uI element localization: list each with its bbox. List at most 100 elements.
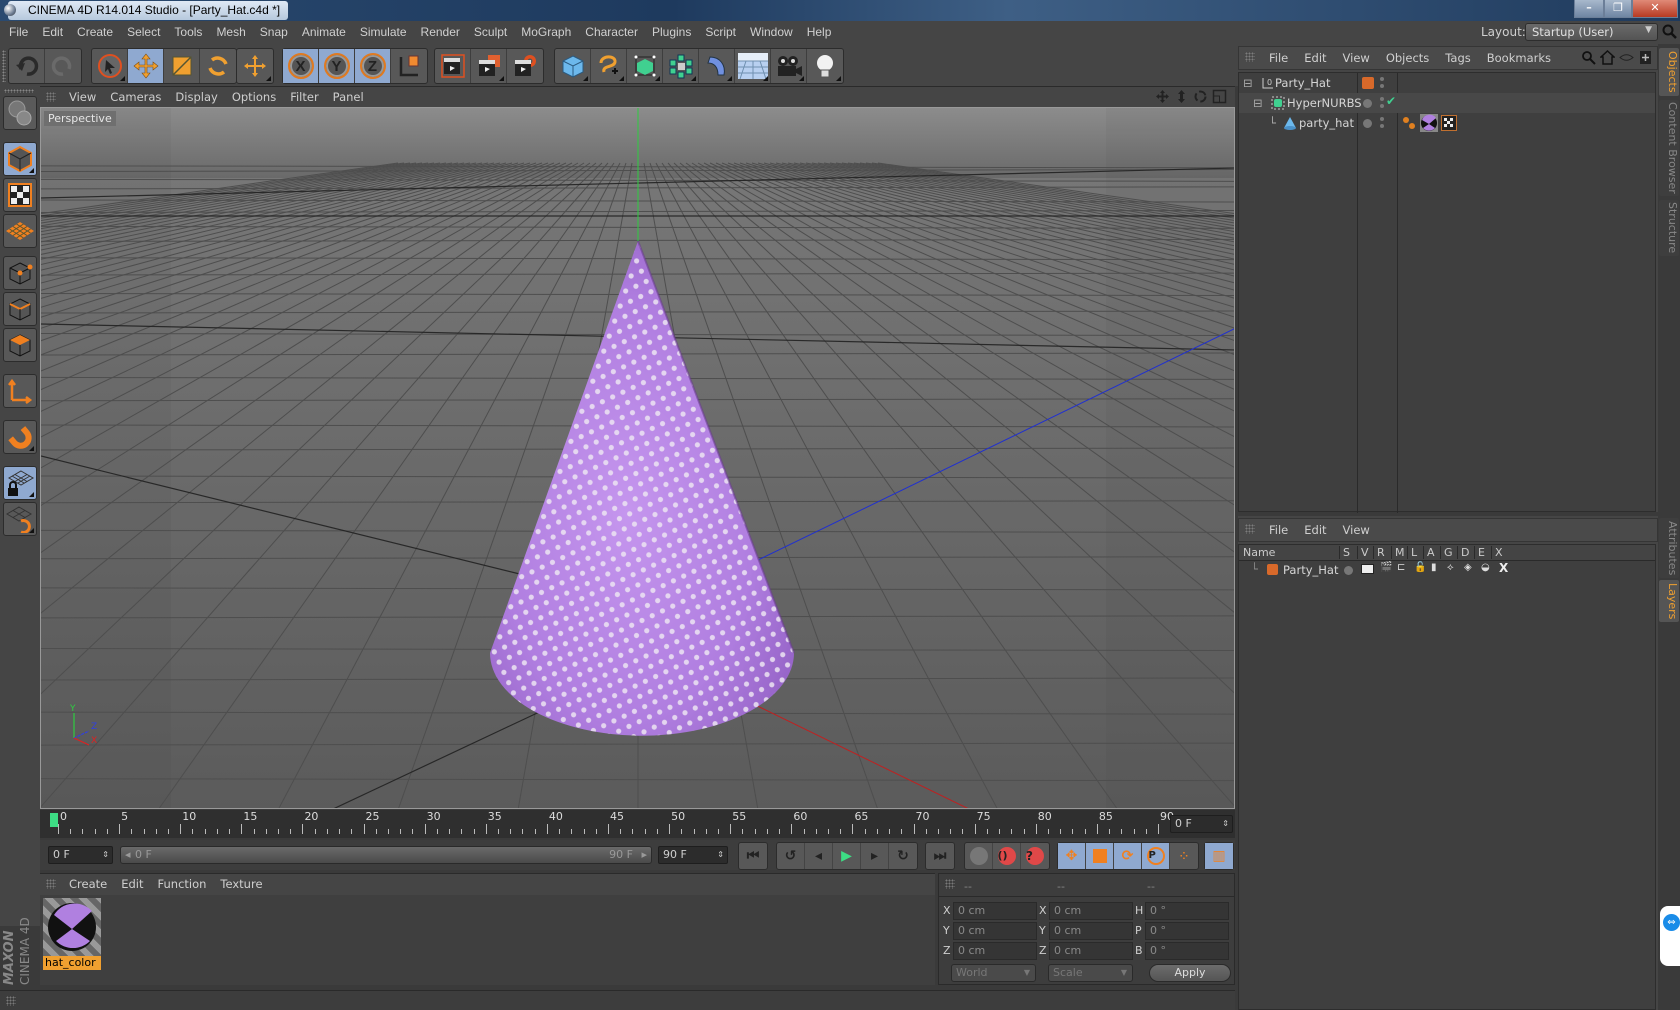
new-panel-icon[interactable] [1638, 50, 1653, 65]
viewport-menu-options[interactable]: Options [225, 87, 283, 107]
viewport-grip[interactable] [46, 92, 56, 102]
enabled-check-icon[interactable]: ✔ [1386, 94, 1396, 108]
column-header-r[interactable]: R [1373, 546, 1385, 559]
menu-simulate[interactable]: Simulate [353, 21, 414, 43]
go-to-start-button[interactable]: ⏮ [739, 843, 767, 869]
maximize-icon[interactable] [1212, 89, 1227, 104]
points-mode-button[interactable] [3, 256, 37, 290]
layer-color-swatch[interactable] [1267, 564, 1278, 575]
layer-row-party-hat[interactable]: └ Party_Hat 🎬 ⊏ 🔓 ▮ ⟡ ◈ ◒ X [1239, 561, 1655, 579]
add-object-button[interactable] [237, 49, 273, 83]
phong-tag-icon[interactable] [1402, 116, 1416, 130]
render-view-button[interactable] [435, 49, 471, 83]
column-header-e[interactable]: E [1474, 546, 1485, 559]
timeline-button[interactable]: ▥ [1205, 843, 1233, 869]
render-settings-button[interactable] [507, 49, 543, 83]
light-button[interactable] [807, 49, 843, 83]
layer-expressions-toggle[interactable]: ◒ [1481, 562, 1490, 573]
menu-snap[interactable]: Snap [253, 21, 295, 43]
layer-color-swatch[interactable] [1362, 77, 1374, 89]
size-field[interactable]: 0 cm [1049, 942, 1133, 960]
layer-manager-toggle[interactable]: ⊏ [1397, 562, 1405, 573]
model-mode-button[interactable] [3, 142, 37, 176]
menu-script[interactable]: Script [698, 21, 743, 43]
material-tag-icon[interactable] [1420, 114, 1438, 132]
record-point-level-button[interactable]: ⁘ [1170, 843, 1198, 869]
play-button[interactable]: ▶ [833, 843, 861, 869]
size-field[interactable]: 0 cm [1049, 922, 1133, 940]
edges-mode-button[interactable] [3, 292, 37, 326]
current-frame-field[interactable]: 0 F ⇕ [1170, 815, 1233, 833]
coord-grip[interactable] [945, 879, 955, 889]
array-button[interactable] [663, 49, 699, 83]
play-backwards-loop-button[interactable]: ↺ [777, 843, 805, 869]
material-menu-edit[interactable]: Edit [114, 874, 150, 894]
live-selection-button[interactable] [92, 49, 128, 83]
menu-tools[interactable]: Tools [167, 21, 209, 43]
zoom-icon[interactable] [1174, 89, 1189, 104]
editor-visibility-dot[interactable] [1363, 119, 1372, 128]
layer-manager-grip[interactable] [1245, 524, 1255, 534]
menu-mesh[interactable]: Mesh [209, 21, 252, 43]
layer-solo-toggle[interactable] [1344, 566, 1353, 575]
object-menu-objects[interactable]: Objects [1378, 47, 1437, 69]
deformer-button[interactable] [699, 49, 735, 83]
pos-field[interactable]: 0 cm [953, 942, 1037, 960]
material-swatch[interactable]: hat_color [43, 898, 101, 970]
menu-character[interactable]: Character [578, 21, 645, 43]
tab-attributes[interactable]: Attributes [1659, 518, 1679, 578]
column-header-l[interactable]: L [1407, 546, 1417, 559]
search-icon[interactable] [1581, 50, 1596, 65]
workplane-align-button[interactable] [3, 502, 37, 536]
object-menu-file[interactable]: File [1261, 47, 1296, 69]
layer-animation-toggle[interactable]: ▮ [1431, 562, 1437, 573]
loop-button[interactable]: ↻ [889, 843, 917, 869]
record-button[interactable]: () [993, 843, 1021, 869]
pos-field[interactable]: 0 cm [953, 902, 1037, 920]
previous-frame-button[interactable]: ◂ [805, 843, 833, 869]
object-row-hypernurbs[interactable]: ⊟ HyperNURBS ✔ [1239, 93, 1655, 113]
frame-range-slider[interactable]: ◂ 0 F 90 F ▸ [120, 846, 652, 864]
material-menu-create[interactable]: Create [62, 874, 114, 894]
viewport-menu-filter[interactable]: Filter [283, 87, 325, 107]
record-scale-button[interactable] [1086, 843, 1114, 869]
material-menu-texture[interactable]: Texture [213, 874, 269, 894]
record-position-button[interactable]: ✥ [1058, 843, 1086, 869]
object-manager-grip[interactable] [1245, 52, 1255, 62]
viewport-perspective[interactable]: Perspective Y Z X [40, 107, 1235, 809]
size-field[interactable]: 0 cm [1049, 902, 1133, 920]
workplane-lock-button[interactable] [3, 466, 37, 500]
tab-objects[interactable]: Objects [1659, 48, 1679, 96]
layer-deformers-toggle[interactable]: ◈ [1464, 562, 1472, 573]
texture-mode-button[interactable] [3, 178, 37, 212]
tab-layers[interactable]: Layers [1659, 580, 1679, 622]
apply-button[interactable]: Apply [1149, 964, 1231, 982]
uvw-tag-icon[interactable] [1441, 115, 1457, 131]
column-header-d[interactable]: D [1457, 546, 1469, 559]
menu-sculpt[interactable]: Sculpt [467, 21, 514, 43]
menu-render[interactable]: Render [414, 21, 467, 43]
x-axis-lock-button[interactable]: X [283, 49, 319, 83]
object-row-party-hat-cone[interactable]: └ party_hat [1239, 113, 1655, 133]
coordinate-mode-select[interactable]: World ▼ [951, 964, 1036, 982]
rot-field[interactable]: 0 ° [1145, 942, 1229, 960]
menu-mograph[interactable]: MoGraph [514, 21, 578, 43]
keyframe-help-button[interactable]: ? [1021, 843, 1049, 869]
z-axis-lock-button[interactable]: Z [355, 49, 391, 83]
column-header-x[interactable]: X [1491, 546, 1503, 559]
column-header-v[interactable]: V [1357, 546, 1369, 559]
menu-plugins[interactable]: Plugins [645, 21, 698, 43]
column-header-m[interactable]: M [1391, 546, 1405, 559]
cube-button[interactable] [555, 49, 591, 83]
tree-expand-icon[interactable]: ⊟ [1243, 76, 1253, 90]
object-menu-edit[interactable]: Edit [1296, 47, 1334, 69]
workplane-mode-button[interactable] [3, 214, 37, 248]
pan-icon[interactable] [1155, 89, 1170, 104]
axis-mode-button[interactable] [3, 374, 37, 408]
menu-help[interactable]: Help [800, 21, 839, 43]
material-grip[interactable] [46, 879, 56, 889]
orbit-icon[interactable] [1193, 89, 1208, 104]
tab-structure[interactable]: Structure [1659, 200, 1679, 256]
column-header-g[interactable]: G [1440, 546, 1453, 559]
y-axis-lock-button[interactable]: Y [319, 49, 355, 83]
